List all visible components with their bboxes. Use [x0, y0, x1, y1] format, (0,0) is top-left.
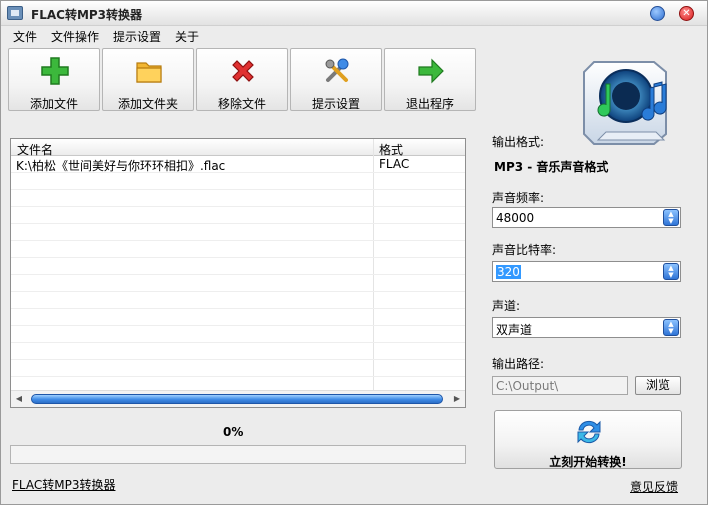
remove-x-icon: [232, 60, 254, 82]
app-icon: [7, 6, 23, 20]
horizontal-scrollbar[interactable]: ◀ ▶: [11, 390, 465, 407]
add-folder-button[interactable]: 添加文件夹: [102, 48, 194, 111]
scroll-right-icon[interactable]: ▶: [451, 393, 463, 405]
app-window: FLAC转MP3转换器 ✕ 文件 文件操作 提示设置 关于 添加文件 添加文件夹…: [0, 0, 708, 505]
progress-percent: 0%: [223, 425, 244, 439]
sample-rate-select[interactable]: 48000 ▲ ▼: [492, 207, 681, 228]
exit-button[interactable]: 退出程序: [384, 48, 476, 111]
channel-select[interactable]: 双声道 ▲ ▼: [492, 317, 681, 338]
convert-refresh-icon: [577, 420, 601, 444]
add-folder-label: 添加文件夹: [117, 97, 178, 111]
scroll-thumb[interactable]: [31, 394, 443, 404]
empty-row: [11, 309, 465, 326]
menu-file-operations[interactable]: 文件操作: [51, 28, 99, 45]
empty-row: [11, 326, 465, 343]
empty-row: [11, 207, 465, 224]
empty-row: [11, 360, 465, 377]
minimize-button[interactable]: [650, 6, 665, 21]
empty-row: [11, 190, 465, 207]
browse-button[interactable]: 浏览: [635, 376, 681, 395]
list-header: 文件名 格式: [11, 139, 465, 157]
add-plus-icon: [41, 57, 69, 85]
start-convert-button[interactable]: 立刻开始转换!: [494, 410, 682, 469]
prompt-settings-label: 提示设置: [311, 97, 360, 111]
file-list[interactable]: 文件名 格式 K:\柏松《世间美好与你环环相扣》.flac FLAC ◀ ▶: [10, 138, 466, 408]
empty-row: [11, 224, 465, 241]
music-speaker-logo-icon: [583, 61, 667, 145]
bitrate-value: 320: [496, 265, 521, 279]
output-path-input[interactable]: [492, 376, 628, 395]
table-row[interactable]: K:\柏松《世间美好与你环环相扣》.flac FLAC: [11, 156, 465, 173]
dropdown-arrow-icon[interactable]: ▲ ▼: [663, 209, 679, 226]
menu-prompt-settings[interactable]: 提示设置: [113, 28, 161, 45]
output-path-label: 输出路径:: [492, 357, 545, 371]
dropdown-arrow-icon[interactable]: ▲ ▼: [663, 319, 679, 336]
start-convert-label: 立刻开始转换!: [549, 455, 627, 469]
channel-value: 双声道: [496, 323, 533, 337]
bitrate-select[interactable]: 320 ▲ ▼: [492, 261, 681, 282]
empty-row: [11, 241, 465, 258]
empty-row: [11, 275, 465, 292]
empty-row: [11, 258, 465, 275]
channel-label: 声道:: [492, 299, 521, 313]
feedback-link[interactable]: 意见反馈: [630, 478, 678, 495]
window-title: FLAC转MP3转换器: [31, 8, 143, 22]
sample-rate-value: 48000: [496, 211, 535, 225]
app-home-link[interactable]: FLAC转MP3转换器: [12, 476, 115, 493]
prompt-settings-button[interactable]: 提示设置: [290, 48, 382, 111]
add-file-button[interactable]: 添加文件: [8, 48, 100, 111]
empty-row: [11, 292, 465, 309]
title-bar: FLAC转MP3转换器 ✕: [1, 1, 707, 26]
menu-bar: 文件 文件操作 提示设置 关于: [1, 26, 707, 46]
progress-bar: [10, 445, 466, 464]
empty-row: [11, 343, 465, 360]
add-file-label: 添加文件: [29, 97, 78, 111]
close-button[interactable]: ✕: [679, 6, 694, 21]
dropdown-arrow-icon[interactable]: ▲ ▼: [663, 263, 679, 280]
folder-icon: [136, 62, 162, 83]
output-format-value: MP3 - 音乐声音格式: [494, 160, 609, 174]
empty-row: [11, 173, 465, 190]
bitrate-label: 声音比特率:: [492, 243, 557, 257]
remove-file-label: 移除文件: [217, 97, 266, 111]
menu-file[interactable]: 文件: [13, 28, 37, 45]
output-format-label: 输出格式:: [492, 135, 545, 149]
file-name-cell: K:\柏松《世间美好与你环环相扣》.flac: [16, 159, 226, 173]
remove-file-button[interactable]: 移除文件: [196, 48, 288, 111]
exit-label: 退出程序: [405, 97, 454, 111]
menu-about[interactable]: 关于: [175, 28, 199, 45]
tools-icon: [325, 58, 349, 82]
sample-rate-label: 声音频率:: [492, 191, 545, 205]
exit-arrow-icon: [418, 58, 444, 84]
file-format-cell: FLAC: [379, 157, 410, 171]
scroll-left-icon[interactable]: ◀: [13, 393, 25, 405]
